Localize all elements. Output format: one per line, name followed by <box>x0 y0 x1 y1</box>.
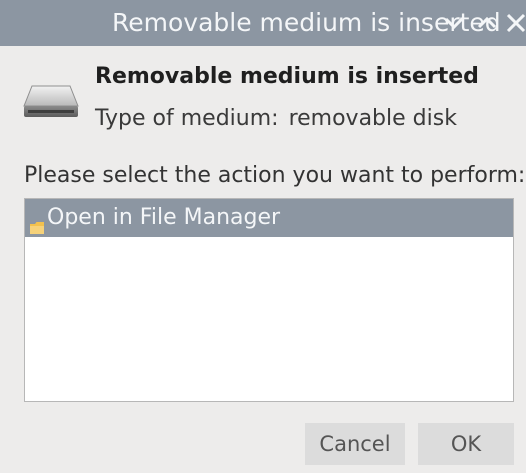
action-list[interactable]: Open in File Manager <box>24 198 514 402</box>
list-item-label: Open in File Manager <box>47 205 281 230</box>
maximize-icon[interactable] <box>475 8 499 38</box>
medium-type-line: Type of medium: removable disk <box>95 106 457 131</box>
ok-button[interactable]: OK <box>418 423 514 465</box>
medium-type-value: removable disk <box>288 106 457 131</box>
removable-disk-icon <box>22 80 80 122</box>
list-item-open-in-file-manager[interactable]: Open in File Manager <box>25 199 513 237</box>
action-prompt: Please select the action you want to per… <box>24 163 526 188</box>
cancel-button[interactable]: Cancel <box>305 423 405 465</box>
medium-type-label: Type of medium: <box>95 106 279 131</box>
dialog-heading: Removable medium is inserted <box>95 64 479 89</box>
folder-icon <box>29 210 45 234</box>
title-bar[interactable]: Removable medium is inserted <box>0 0 526 46</box>
minimize-icon[interactable] <box>442 8 466 38</box>
close-icon[interactable] <box>505 8 526 38</box>
